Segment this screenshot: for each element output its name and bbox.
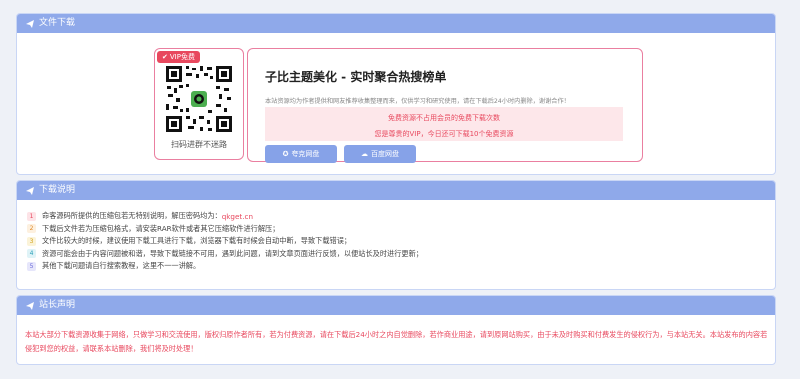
download-panel-title: 文件下载 (39, 18, 76, 28)
vip-badge: ✔ VIP免费 (157, 51, 200, 63)
notes-list: 1 命客源码所提供的压缩包若无特别说明，解压密码均为： qkget.cn 2 下载后文件… (27, 210, 423, 273)
note-item: 4 资源可能会由于内容问题被和谐，导致下载链接不可用，遇到此问题，请到文章页面进行… (27, 248, 423, 261)
resource-description: 本站资源均为作者提供和网友推荐收集整理而来，仅供学习和研究使用，请在下载后24小… (265, 98, 570, 105)
note-number: 4 (27, 249, 36, 259)
paper-plane-icon (26, 301, 34, 310)
paper-plane-icon (26, 186, 34, 195)
resource-title: 子比主题美化 - 实时聚合热搜榜单 (265, 70, 447, 84)
note-item: 3 文件比较大的时候，建议使用下载工具进行下载，浏览器下载有时候会自动中断，导致下… (27, 235, 423, 248)
note-text: 其他下载问题请自行搜索教程，这里不一一讲解。 (42, 261, 201, 271)
note-number: 5 (27, 261, 36, 271)
quark-download-button[interactable]: ✪ 夸克网盘 (265, 145, 337, 163)
baidu-download-label: 百度网盘 (371, 150, 399, 158)
note-text: 文件比较大的时候，建议使用下载工具进行下载，浏览器下载有时候会自动中断，导致下载… (42, 236, 352, 246)
quark-icon: ✪ (282, 150, 289, 158)
baidu-download-button[interactable]: ☁ 百度网盘 (344, 145, 416, 163)
note-text: 下载后文件若为压缩包格式，请安装RAR软件或者其它压缩软件进行解压； (42, 223, 280, 233)
vip-notice: 免费资源不占用会员的免费下载次数 您是尊贵的VIP，今日还可下载10个免费资源 (265, 107, 623, 141)
note-number: 2 (27, 224, 36, 234)
note-number: 3 (27, 236, 36, 246)
qr-card: ✔ VIP免费 扫码进群不迷路 (154, 48, 244, 160)
baidu-cloud-icon: ☁ (361, 150, 368, 158)
notes-panel-title: 下载说明 (39, 185, 76, 195)
password-link[interactable]: qkget.cn (222, 212, 253, 221)
download-notes-panel: 下载说明 1 命客源码所提供的压缩包若无特别说明，解压密码均为： qkget.cn 2… (16, 180, 776, 290)
vip-badge-label: VIP免费 (169, 53, 195, 61)
statement-panel-header: 站长声明 (17, 296, 775, 315)
note-number: 1 (27, 211, 36, 221)
statement-text: 本站大部分下载资源收集于网络，只做学习和交流使用，版权归原作者所有，若为付费资源… (25, 330, 768, 353)
note-item: 2 下载后文件若为压缩包格式，请安装RAR软件或者其它压缩软件进行解压； (27, 223, 423, 236)
qr-caption: 扫码进群不迷路 (171, 140, 227, 149)
qr-code (164, 64, 234, 134)
vip-quota-notice: 您是尊贵的VIP，今日还可下载10个免费资源 (374, 130, 514, 138)
paper-plane-icon (26, 19, 34, 28)
download-panel-header: 文件下载 (17, 14, 775, 33)
statement-panel: 站长声明 本站大部分下载资源收集于网络，只做学习和交流使用，版权归原作者所有，若… (16, 295, 776, 365)
note-item: 5 其他下载问题请自行搜索教程，这里不一一讲解。 (27, 260, 423, 273)
resource-info-card: 子比主题美化 - 实时聚合热搜榜单 本站资源均为作者提供和网友推荐收集整理而来，… (247, 48, 643, 163)
note-text: 资源可能会由于内容问题被和谐，导致下载链接不可用，遇到此问题，请到文章页面进行反… (42, 248, 423, 258)
statement-panel-title: 站长声明 (39, 300, 76, 310)
quark-download-label: 夸克网盘 (291, 150, 320, 158)
free-notice: 免费资源不占用会员的免费下载次数 (388, 114, 500, 122)
note-text: 命客源码所提供的压缩包若无特别说明，解压密码均为： (42, 211, 222, 221)
note-item: 1 命客源码所提供的压缩包若无特别说明，解压密码均为： qkget.cn (27, 210, 423, 223)
notes-panel-header: 下载说明 (17, 181, 775, 200)
download-panel: 文件下载 ✔ VIP免费 扫码进群不迷路 子比主题美化 - 实时聚合热搜榜单 本… (16, 13, 776, 175)
check-icon: ✔ (162, 53, 168, 61)
